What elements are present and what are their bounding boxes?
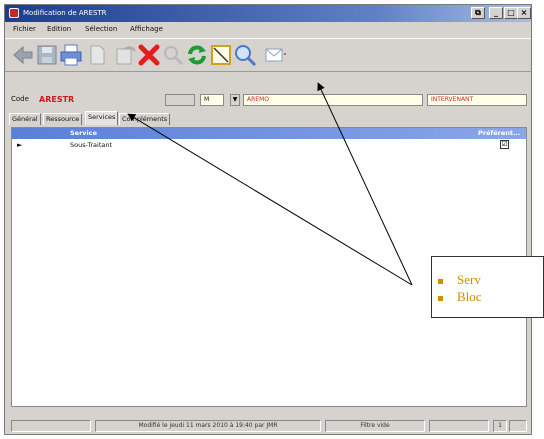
zoom-icon[interactable]: [233, 43, 257, 67]
code-row: Code ARESTR M ▼ AREMO INTERVENANT: [5, 93, 531, 109]
annotation-callout: Serv Bloc: [431, 256, 544, 318]
column-header-preference[interactable]: Préférent...: [478, 129, 520, 137]
category-field[interactable]: INTERVENANT: [427, 94, 527, 106]
menu-fichier[interactable]: Fichier: [13, 25, 36, 33]
type-combo[interactable]: M: [200, 94, 224, 106]
callout-item-2: Bloc: [438, 289, 482, 305]
bullet-icon: [438, 295, 443, 301]
menu-selection[interactable]: Sélection: [85, 25, 117, 33]
undo-icon[interactable]: [113, 43, 137, 67]
callout-item-1: Serv: [438, 272, 481, 288]
tab-ressource[interactable]: Ressource: [43, 113, 83, 125]
name-field[interactable]: AREMO: [243, 94, 423, 106]
status-bar: Modifié le jeudi 11 mars 2010 à 19:40 pa…: [5, 418, 531, 434]
search-icon[interactable]: [161, 43, 185, 67]
delete-icon[interactable]: [137, 43, 161, 67]
row-service-cell[interactable]: Sous-Traitant: [70, 141, 112, 149]
minimize-button[interactable]: _: [489, 7, 503, 19]
mail-icon[interactable]: [263, 43, 287, 67]
column-header-service[interactable]: Service: [70, 129, 97, 137]
row-indicator-icon: ►: [17, 141, 23, 149]
menu-bar: Fichier Edition Sélection Affichage: [5, 23, 531, 37]
menu-affichage[interactable]: Affichage: [130, 25, 163, 33]
close-button[interactable]: ×: [517, 7, 531, 19]
toolbar: [5, 38, 531, 72]
status-cell-spacer: [429, 420, 489, 432]
app-icon: [9, 8, 19, 18]
status-cell-empty: [11, 420, 91, 432]
back-arrow-icon[interactable]: [11, 43, 35, 67]
document-icon[interactable]: [85, 43, 109, 67]
status-modified: Modifié le jeudi 11 mars 2010 à 19:40 pa…: [95, 420, 321, 432]
tab-services[interactable]: Services: [85, 111, 119, 125]
callout-text-1: Serv: [457, 272, 481, 287]
tab-general[interactable]: Général: [9, 113, 41, 125]
maximize-button[interactable]: □: [504, 7, 518, 19]
window-title: Modification de ARESTR: [23, 9, 107, 17]
restore-icon[interactable]: ⧉: [471, 7, 485, 19]
bullet-icon: [438, 278, 443, 284]
code-value: ARESTR: [39, 95, 75, 104]
status-filter: Filtre vide: [325, 420, 425, 432]
chevron-down-icon[interactable]: ▼: [230, 94, 240, 106]
code-label: Code: [11, 95, 29, 103]
tab-bar: Général Ressource Services Compléments: [5, 111, 531, 125]
title-bar[interactable]: Modification de ARESTR ⧉ _ □ ×: [5, 5, 531, 22]
refresh-icon[interactable]: [185, 43, 209, 67]
status-page: 1: [493, 420, 507, 432]
preference-checkbox[interactable]: ☑: [500, 140, 509, 149]
edit-icon[interactable]: [209, 43, 233, 67]
callout-text-2: Bloc: [457, 289, 482, 304]
save-icon[interactable]: [35, 43, 59, 67]
table-row[interactable]: ► Sous-Traitant ☑: [12, 140, 526, 150]
tab-complements[interactable]: Compléments: [119, 113, 171, 125]
print-icon[interactable]: [59, 43, 83, 67]
status-cell-end: [509, 420, 527, 432]
menu-edition[interactable]: Edition: [47, 25, 71, 33]
main-window: Modification de ARESTR ⧉ _ □ × Fichier E…: [4, 4, 532, 435]
blank-field[interactable]: [165, 94, 195, 106]
grid-header: Service Préférent...: [12, 128, 526, 139]
